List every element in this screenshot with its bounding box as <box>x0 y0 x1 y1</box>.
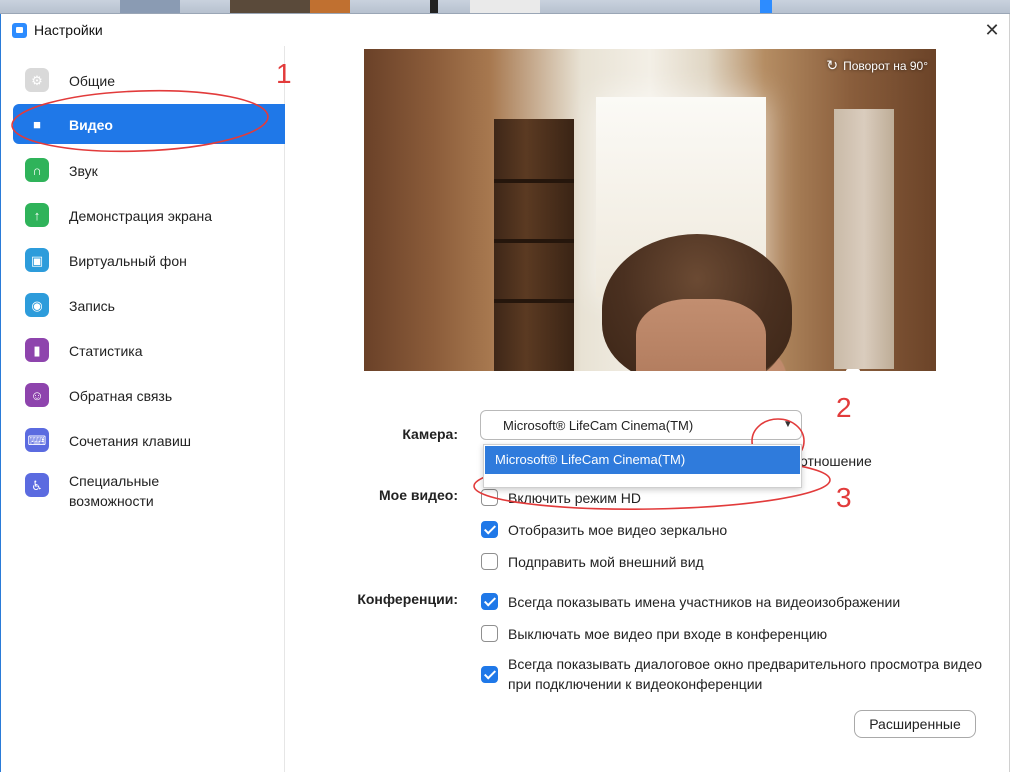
my-video-label: Мое видео: <box>379 487 458 503</box>
checkbox-box <box>481 593 498 610</box>
sidebar-item-audio[interactable]: ∩ Звук <box>13 150 285 190</box>
annotation-number-2: 2 <box>836 392 852 423</box>
mirror-video-checkbox[interactable]: Отобразить мое видео зеркально <box>481 520 727 540</box>
sidebar-item-feedback[interactable]: ☺ Обратная связь <box>13 375 285 415</box>
video-preview: ↻ Поворот на 90° <box>364 49 936 371</box>
keyboard-icon: ⌨ <box>25 428 49 452</box>
checkbox-box <box>481 553 498 570</box>
preview-person-face <box>636 299 766 371</box>
sidebar-item-general[interactable]: ⚙ Общие <box>13 60 285 100</box>
camera-selected-value: Microsoft® LifeCam Cinema(TM) <box>503 418 694 433</box>
rotate-icon: ↻ <box>826 57 839 73</box>
checkbox-label: Всегда показывать диалоговое окно предва… <box>508 656 983 692</box>
sidebar-item-share-screen[interactable]: ↑ Демонстрация экрана <box>13 195 285 235</box>
accessibility-icon: ♿ <box>25 473 49 497</box>
preview-collapse-tab[interactable] <box>846 369 860 375</box>
checkbox-box <box>481 625 498 642</box>
window-title: Настройки <box>34 22 103 38</box>
taskbar-strip <box>0 0 1010 14</box>
close-button[interactable]: ✕ <box>979 18 1005 42</box>
record-icon: ◉ <box>25 293 49 317</box>
sidebar-item-video[interactable]: ■ Видео <box>13 104 285 144</box>
zoom-app-icon <box>12 23 27 38</box>
sidebar-item-keyboard-shortcuts[interactable]: ⌨ Сочетания клавиш <box>13 420 285 460</box>
camera-option[interactable]: Microsoft® LifeCam Cinema(TM) <box>485 446 800 474</box>
checkbox-label: Подправить мой внешний вид <box>508 554 704 570</box>
camera-label: Камера: <box>402 426 458 442</box>
checkbox-box <box>481 521 498 538</box>
statistics-icon: ▮ <box>25 338 49 362</box>
sidebar-item-virtual-background[interactable]: ▣ Виртуальный фон <box>13 240 285 280</box>
annotation-number-1: 1 <box>276 58 292 89</box>
show-names-checkbox[interactable]: Всегда показывать имена участников на ви… <box>481 592 900 612</box>
headphones-icon: ∩ <box>25 158 49 182</box>
video-camera-icon: ■ <box>25 112 49 136</box>
checkbox-box <box>481 666 498 683</box>
rotate-button[interactable]: ↻ Поворот на 90° <box>826 57 928 74</box>
sidebar-item-statistics[interactable]: ▮ Статистика <box>13 330 285 370</box>
sidebar-item-label: Общие <box>69 73 116 89</box>
preview-dialog-checkbox[interactable]: Всегда показывать диалоговое окно предва… <box>481 654 988 694</box>
sidebar-item-accessibility[interactable]: ♿ Специальные возможности <box>13 465 285 513</box>
sidebar-item-label: Запись <box>69 298 115 314</box>
touch-up-appearance-checkbox[interactable]: Подправить мой внешний вид <box>481 552 704 572</box>
sidebar-item-label: Статистика <box>69 343 143 359</box>
checkbox-box <box>481 489 498 506</box>
sidebar-item-label: Видео <box>69 117 113 133</box>
sidebar-item-label: Звук <box>69 163 98 179</box>
camera-select[interactable]: Microsoft® LifeCam Cinema(TM) ▼ <box>480 410 802 440</box>
rotate-label: Поворот на 90° <box>843 58 928 73</box>
turn-off-video-checkbox[interactable]: Выключать мое видео при входе в конферен… <box>481 624 827 644</box>
virtual-background-icon: ▣ <box>25 248 49 272</box>
sidebar-item-label: Сочетания клавиш <box>69 433 191 449</box>
sidebar-item-label: Демонстрация экрана <box>69 208 213 224</box>
checkbox-label: Включить режим HD <box>508 490 642 506</box>
feedback-icon: ☺ <box>25 383 49 407</box>
checkbox-label: Всегда показывать имена участников на ви… <box>508 594 901 610</box>
annotation-number-3: 3 <box>836 482 852 513</box>
hd-mode-checkbox[interactable]: Включить режим HD <box>481 488 641 508</box>
gear-icon: ⚙ <box>25 68 49 92</box>
share-screen-icon: ↑ <box>25 203 49 227</box>
chevron-down-icon: ▼ <box>783 419 793 430</box>
advanced-button[interactable]: Расширенные <box>854 710 976 738</box>
sidebar-item-label: Обратная связь <box>69 388 173 404</box>
sidebar-item-recording[interactable]: ◉ Запись <box>13 285 285 325</box>
checkbox-label: Отобразить мое видео зеркально <box>508 522 728 538</box>
sidebar-item-label: Виртуальный фон <box>69 253 187 269</box>
camera-dropdown: Microsoft® LifeCam Cinema(TM) <box>483 444 802 488</box>
aspect-ratio-partial-text: отношение <box>800 453 872 469</box>
settings-sidebar: ⚙ Общие ■ Видео ∩ Звук ↑ Демонстрация эк… <box>1 46 285 772</box>
preview-door <box>834 109 894 369</box>
checkbox-label: Выключать мое видео при входе в конферен… <box>508 626 828 642</box>
title-bar: Настройки ✕ <box>1 14 1009 46</box>
meetings-label: Конференции: <box>357 591 458 607</box>
preview-shelf <box>494 119 574 371</box>
sidebar-item-label: Специальные возможности <box>69 473 160 509</box>
